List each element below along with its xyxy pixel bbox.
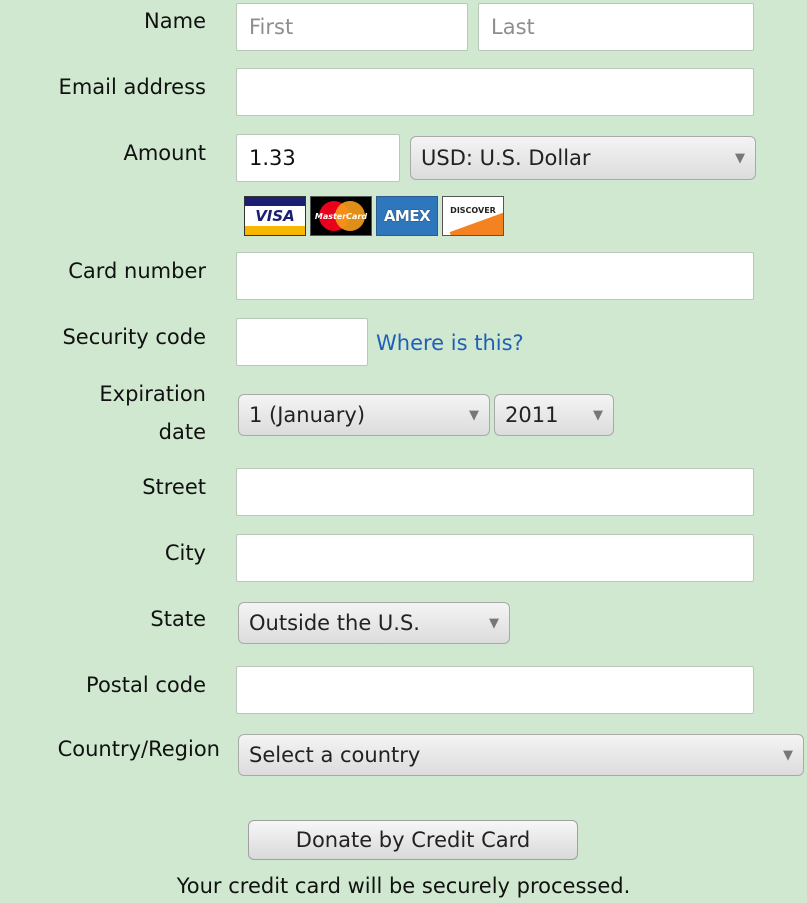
city-label: City xyxy=(164,541,206,565)
expiration-month-select[interactable]: 1 (January) ▼ xyxy=(238,394,490,436)
chevron-down-icon: ▼ xyxy=(735,150,745,166)
expiration-year-value: 2011 xyxy=(505,403,559,427)
amex-logo-text: AMEX xyxy=(383,207,431,225)
amex-logo: AMEX xyxy=(376,196,438,236)
security-code-label: Security code xyxy=(62,325,206,349)
state-select-value: Outside the U.S. xyxy=(249,611,420,635)
email-input[interactable] xyxy=(236,68,754,116)
first-name-placeholder: First xyxy=(249,15,294,39)
discover-logo-text: DISCOVER xyxy=(450,205,496,215)
expiration-label-line2: date xyxy=(158,420,206,444)
visa-logo: VISA xyxy=(244,196,306,236)
postal-code-label: Postal code xyxy=(86,673,206,697)
expiration-year-select[interactable]: 2011 ▼ xyxy=(494,394,614,436)
currency-select[interactable]: USD: U.S. Dollar ▼ xyxy=(410,136,756,180)
postal-code-input[interactable] xyxy=(236,666,754,714)
country-label: Country/Region xyxy=(57,737,220,761)
currency-select-value: USD: U.S. Dollar xyxy=(421,146,591,170)
mastercard-logo-text: MasterCard xyxy=(314,211,368,221)
last-name-input[interactable]: Last xyxy=(478,3,754,51)
state-label: State xyxy=(150,607,206,631)
card-number-input[interactable] xyxy=(236,252,754,300)
street-input[interactable] xyxy=(236,468,754,516)
first-name-input[interactable]: First xyxy=(236,3,468,51)
amount-value: 1.33 xyxy=(249,146,296,170)
chevron-down-icon: ▼ xyxy=(489,615,499,631)
city-input[interactable] xyxy=(236,534,754,582)
chevron-down-icon: ▼ xyxy=(469,407,479,423)
amount-label: Amount xyxy=(123,141,206,165)
security-code-input[interactable] xyxy=(236,318,368,366)
name-label: Name xyxy=(144,9,206,33)
secure-processing-note: Your credit card will be securely proces… xyxy=(176,874,631,898)
country-select-value: Select a country xyxy=(249,743,421,767)
mastercard-logo: MasterCard xyxy=(310,196,372,236)
chevron-down-icon: ▼ xyxy=(593,407,603,423)
street-label: Street xyxy=(142,475,206,499)
card-number-label: Card number xyxy=(68,259,206,283)
discover-logo: DISCOVER xyxy=(442,196,504,236)
chevron-down-icon: ▼ xyxy=(783,747,793,763)
expiration-month-value: 1 (January) xyxy=(249,403,366,427)
last-name-placeholder: Last xyxy=(491,15,535,39)
visa-logo-text: VISA xyxy=(255,207,295,225)
card-logos: VISA MasterCard AMEX DISCOVER xyxy=(244,196,504,236)
state-select[interactable]: Outside the U.S. ▼ xyxy=(238,602,510,644)
amount-input[interactable]: 1.33 xyxy=(236,134,400,182)
expiration-label-line1: Expiration xyxy=(99,382,206,406)
country-select[interactable]: Select a country ▼ xyxy=(238,734,804,776)
email-label: Email address xyxy=(58,75,206,99)
donate-button[interactable]: Donate by Credit Card xyxy=(248,820,578,860)
where-is-this-link[interactable]: Where is this? xyxy=(376,326,524,360)
